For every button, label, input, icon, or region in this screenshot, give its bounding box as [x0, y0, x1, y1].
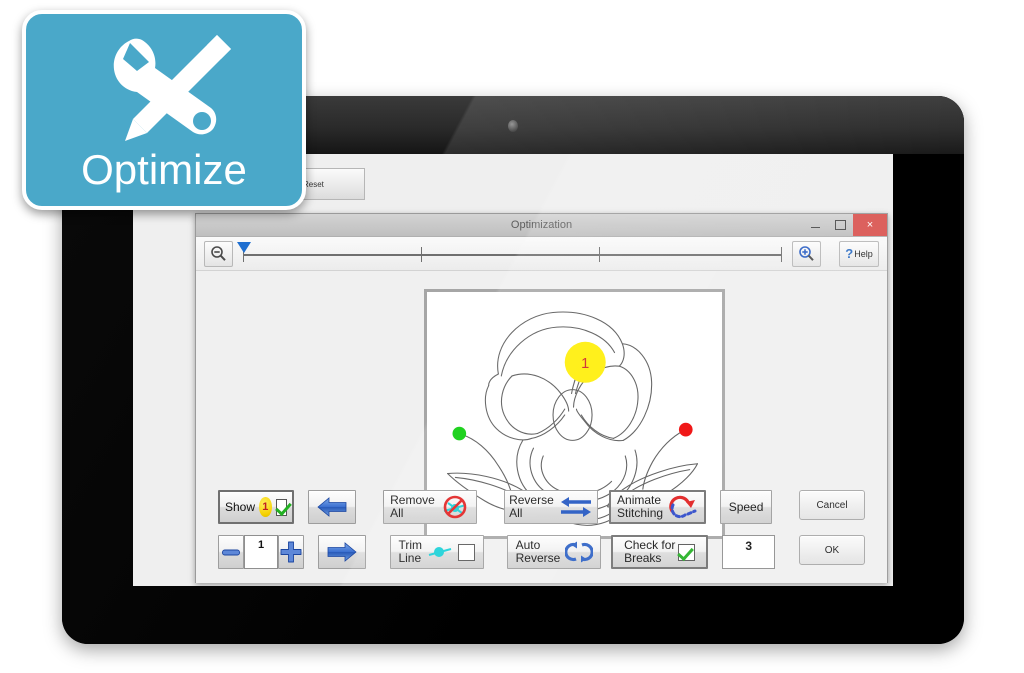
dialog-titlebar[interactable]: Optimization × [196, 214, 887, 237]
animate-stitching-button[interactable]: Animate Stitching [609, 490, 707, 524]
slider-tick-2 [598, 246, 600, 262]
segment-number-input[interactable]: 1 [244, 535, 278, 569]
zoom-in-button[interactable] [792, 240, 821, 267]
camera-icon [508, 120, 518, 132]
trim-line-button[interactable]: Trim Line [389, 535, 484, 569]
ok-group: OK [798, 535, 865, 565]
slider-tick-3 [781, 246, 782, 262]
trim-line-label: Trim Line [398, 539, 422, 564]
remove-trim-icon [440, 494, 470, 520]
reverse-arrows-icon [559, 494, 593, 520]
plus-icon [280, 541, 302, 563]
remove-all-group: Remove All [382, 490, 477, 524]
dialog-toolbar: ? Help [196, 237, 887, 271]
animate-stitching-label: Animate Stitching [617, 494, 663, 519]
check-breaks-line2: Breaks [624, 551, 662, 565]
cancel-group: Cancel [799, 490, 866, 520]
auto-reverse-button[interactable]: Auto Reverse [507, 535, 602, 569]
optimize-badge-label: Optimize [81, 146, 247, 193]
animate-group: Animate Stitching Speed [609, 490, 773, 524]
zoom-out-icon [211, 246, 226, 261]
trim-line-line2: Line [398, 551, 422, 565]
arrow-right-icon [327, 542, 357, 562]
dialog-title: Optimization [510, 219, 573, 231]
wrench-pencil-icon [113, 35, 231, 141]
reverse-all-group: Reverse All [503, 490, 598, 524]
reverse-all-line2: All [509, 506, 523, 520]
cancel-button[interactable]: Cancel [799, 490, 866, 520]
animate-line2: Stitching [617, 506, 664, 520]
remove-all-line2: All [390, 506, 404, 520]
tablet-screen: Reset Optimization × ? Help 1 Show 1 Rem… [133, 154, 893, 586]
help-label: Help [854, 248, 873, 259]
host-app-toolbar-label: Reset [303, 179, 324, 189]
optimize-badge: Optimize [22, 10, 306, 210]
speed-button[interactable]: Speed [720, 490, 773, 524]
controls-row-2: 1 Trim Line Auto Reverse Check for Break… [218, 535, 865, 575]
slider-handle[interactable] [237, 241, 251, 253]
minus-icon [222, 549, 240, 555]
minimize-button[interactable] [803, 214, 828, 236]
stitch-order-marker-label: 1 [581, 356, 589, 372]
check-breaks-checkbox[interactable] [678, 543, 696, 561]
remove-all-button[interactable]: Remove All [382, 490, 477, 524]
next-segment-button[interactable] [318, 535, 366, 569]
check-breaks-label: Check for Breaks [624, 539, 675, 564]
trim-line-checkbox[interactable] [458, 543, 475, 561]
remove-all-label: Remove All [390, 494, 435, 519]
animate-loop-icon [666, 493, 698, 521]
slider-track [243, 253, 782, 256]
speed-value-input[interactable]: 3 [722, 535, 776, 569]
show-count-badge: 1 [259, 497, 272, 517]
ok-button[interactable]: OK [798, 535, 865, 565]
check-breaks-group: Check for Breaks 3 [611, 535, 776, 569]
auto-reverse-label: Auto Reverse [516, 539, 561, 564]
auto-reverse-group: Auto Reverse [507, 535, 602, 569]
show-group: Show 1 [218, 490, 356, 524]
close-button[interactable]: × [853, 214, 887, 236]
auto-reverse-line2: Reverse [515, 551, 561, 565]
show-label: Show [225, 499, 256, 514]
zoom-out-button[interactable] [204, 240, 233, 267]
zoom-in-icon [799, 246, 814, 261]
auto-reverse-loop-icon [565, 540, 594, 564]
controls-row-1: Show 1 Remove All Reverse All Animate St… [218, 490, 866, 530]
reverse-all-label: Reverse All [509, 494, 554, 519]
arrow-left-icon [317, 497, 347, 517]
dialog-controls: Show 1 Remove All Reverse All Animate St… [196, 490, 887, 575]
segment-stepper-group: 1 [218, 535, 366, 569]
question-mark-icon: ? [845, 246, 854, 261]
window-controls: × [803, 214, 887, 236]
check-for-breaks-button[interactable]: Check for Breaks [611, 535, 709, 569]
start-point-marker [452, 426, 467, 441]
dialog-body: 1 Show 1 Remove All Reverse All Animate … [196, 271, 887, 583]
maximize-button[interactable] [828, 214, 853, 236]
help-button[interactable]: ? Help [839, 240, 879, 267]
show-button[interactable]: Show 1 [218, 490, 294, 524]
speed-label: Speed [728, 499, 764, 514]
previous-segment-button[interactable] [308, 490, 356, 524]
reverse-all-button[interactable]: Reverse All [503, 490, 598, 524]
trim-line-group: Trim Line [389, 535, 484, 569]
end-point-marker [678, 422, 693, 437]
slider-tick-1 [420, 246, 422, 262]
decrement-button[interactable] [218, 535, 244, 569]
screenshot-root: Reset Optimization × ? Help 1 Show 1 Rem… [0, 0, 1024, 673]
increment-button[interactable] [278, 535, 304, 569]
trim-line-icon [427, 542, 453, 562]
optimization-dialog: Optimization × ? Help 1 Show 1 Remove Al… [195, 213, 888, 583]
zoom-slider[interactable] [237, 241, 782, 266]
show-checkbox[interactable] [275, 498, 287, 516]
